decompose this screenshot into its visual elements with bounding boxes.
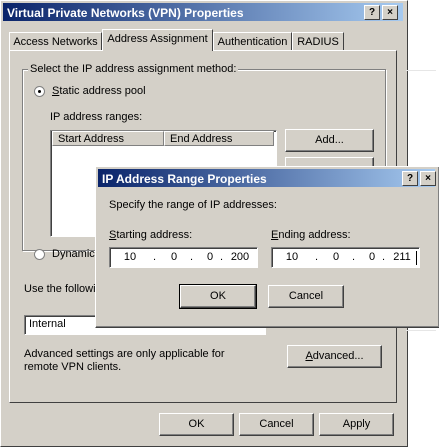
starting-address-label: Starting address: <box>109 229 193 241</box>
static-pool-text: tatic address pool <box>59 85 146 97</box>
tab-access-networks[interactable]: Access Networks <box>9 32 102 51</box>
advanced-note-line-1: Advanced settings are only applicable fo… <box>24 348 225 360</box>
close-icon[interactable]: × <box>382 5 398 20</box>
background-line <box>406 330 436 331</box>
tab-authentication[interactable]: Authentication <box>213 32 292 51</box>
ending-address-label: Ending address: <box>271 229 351 241</box>
ip-range-dialog: IP Address Range Properties ? × Specify … <box>95 166 439 328</box>
network-value: Internal <box>29 318 66 330</box>
ip-ranges-label: IP address ranges: <box>50 111 143 123</box>
start-octet-4[interactable]: 200 <box>226 251 254 263</box>
ending-label-text: nding address: <box>278 229 351 241</box>
ok-button[interactable]: OK <box>159 413 234 436</box>
radio-selected-dot <box>38 90 41 93</box>
octet-separator: . <box>220 251 224 263</box>
range-cancel-button[interactable]: Cancel <box>268 285 344 308</box>
vpn-dialog-titlebar[interactable]: Virtual Private Networks (VPN) Propertie… <box>3 3 403 21</box>
range-ok-label: OK <box>210 290 226 302</box>
range-cancel-label: Cancel <box>288 290 324 302</box>
start-octet-2[interactable]: 0 <box>160 251 188 263</box>
octet-separator: . <box>315 251 319 263</box>
apply-button[interactable]: Apply <box>319 413 394 436</box>
dhcp-radio[interactable] <box>34 249 45 260</box>
add-range-button[interactable]: Add... <box>285 129 374 152</box>
cancel-button-label: Cancel <box>259 418 294 430</box>
range-ok-button[interactable]: OK <box>179 284 257 309</box>
octet-separator: . <box>352 251 356 263</box>
ending-address-input[interactable]: 10 . 0 . 0 . 211 <box>271 247 420 268</box>
vpn-dialog-title: Virtual Private Networks (VPN) Propertie… <box>7 6 244 20</box>
text-cursor <box>416 251 417 265</box>
advanced-button-label: dvanced... <box>312 350 364 362</box>
range-dialog-titlebar[interactable]: IP Address Range Properties ? × <box>98 169 436 187</box>
tab-label: RADIUS <box>297 36 339 48</box>
tab-label: Access Networks <box>13 36 98 48</box>
octet-separator: . <box>153 251 157 263</box>
static-pool-label[interactable]: Static address pool <box>52 85 146 97</box>
assignment-method-label: Select the IP address assignment method: <box>28 63 239 75</box>
ok-button-label: OK <box>188 418 205 430</box>
starting-label-text: tarting address: <box>116 229 193 241</box>
background-line <box>406 70 436 71</box>
help-icon[interactable]: ? <box>402 171 418 186</box>
cancel-button[interactable]: Cancel <box>239 413 314 436</box>
advanced-note-line-2: remote VPN clients. <box>24 361 122 373</box>
tab-radius[interactable]: RADIUS <box>292 32 344 51</box>
add-button-label: Add... <box>315 134 344 146</box>
use-following-label: Use the followin <box>24 283 102 295</box>
column-header-start[interactable]: Start Address <box>52 131 164 146</box>
apply-button-label: Apply <box>342 418 371 430</box>
help-icon[interactable]: ? <box>364 5 380 20</box>
static-pool-radio[interactable] <box>34 86 45 97</box>
end-octet-1[interactable]: 10 <box>278 251 306 263</box>
end-octet-4[interactable]: 211 <box>388 251 416 263</box>
starting-address-input[interactable]: 10 . 0 . 0 . 200 <box>109 247 258 268</box>
column-header-end[interactable]: End Address <box>164 131 274 146</box>
end-octet-2[interactable]: 0 <box>322 251 350 263</box>
tab-address-assignment[interactable]: Address Assignment <box>102 29 213 51</box>
tab-label: Address Assignment <box>107 33 208 45</box>
range-instruction: Specify the range of IP addresses: <box>109 199 277 211</box>
range-dialog-title: IP Address Range Properties <box>102 172 267 186</box>
octet-separator: . <box>190 251 194 263</box>
octet-separator: . <box>382 251 386 263</box>
start-octet-1[interactable]: 10 <box>116 251 144 263</box>
tab-label: Authentication <box>217 36 288 48</box>
close-icon[interactable]: × <box>420 171 436 186</box>
advanced-button[interactable]: Advanced... <box>287 345 382 368</box>
